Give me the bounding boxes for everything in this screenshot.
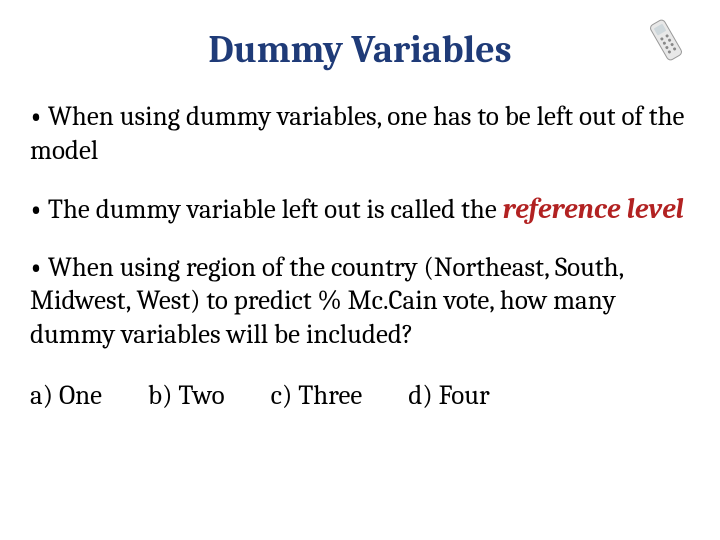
choice-a[interactable]: a) One (30, 380, 102, 411)
bullet-2-text: The dummy variable left out is called th… (48, 194, 503, 225)
bullet-dot: • (30, 252, 48, 283)
slide-title: Dummy Variables (30, 28, 690, 72)
bullet-1: • When using dummy variables, one has to… (30, 100, 690, 168)
bullet-dot: • (30, 101, 48, 132)
choice-b[interactable]: b) Two (148, 380, 225, 411)
bullet-dot: • (30, 194, 48, 225)
choice-d[interactable]: d) Four (408, 380, 489, 411)
bullet-3-text: When using region of the country (Northe… (30, 252, 623, 351)
bullet-1-text: When using dummy variables, one has to b… (30, 101, 684, 166)
clicker-icon (640, 14, 692, 70)
bullet-2: • The dummy variable left out is called … (30, 192, 690, 227)
reference-level-term: reference level (503, 193, 684, 225)
choice-c[interactable]: c) Three (271, 380, 363, 411)
answer-choices: a) One b) Two c) Three d) Four (30, 380, 690, 411)
bullet-3: • When using region of the country (Nort… (30, 251, 690, 352)
